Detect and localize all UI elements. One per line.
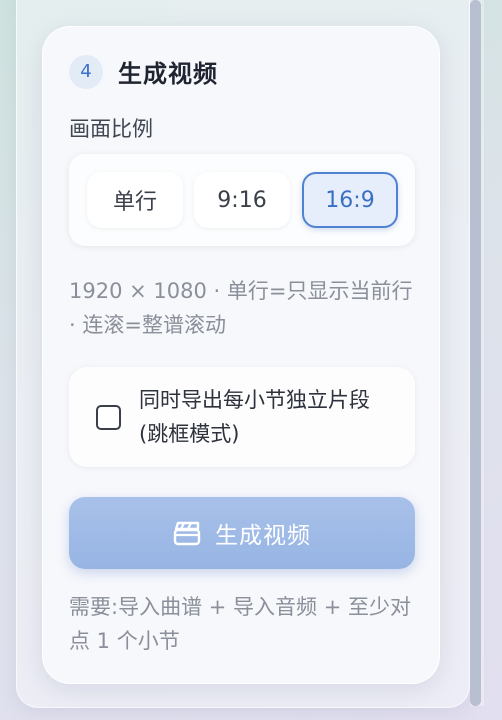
card-title: 生成视频 bbox=[118, 60, 218, 88]
segment-export-checkbox[interactable] bbox=[96, 405, 121, 430]
scrollbar-thumb[interactable] bbox=[470, 0, 481, 706]
ratio-option-single-line[interactable]: 单行 bbox=[87, 172, 183, 228]
ratio-option-16-9[interactable]: 16:9 bbox=[302, 172, 398, 228]
generate-video-label: 生成视频 bbox=[215, 523, 311, 549]
generate-video-card: 4 生成视频 画面比例 单行 9:16 16:9 1920 × 1080 · 单… bbox=[42, 26, 440, 684]
segment-export-option[interactable]: 同时导出每小节独立片段(跳框模式) bbox=[69, 367, 415, 467]
aspect-ratio-group: 单行 9:16 16:9 bbox=[69, 154, 415, 246]
segment-export-label: 同时导出每小节独立片段(跳框模式) bbox=[139, 388, 370, 446]
aspect-ratio-label: 画面比例 bbox=[69, 117, 153, 141]
ratio-option-9-16[interactable]: 9:16 bbox=[194, 172, 290, 228]
requirement-note: 需要:导入曲谱 + 导入音频 + 至少对点 1 个小节 bbox=[69, 595, 411, 653]
generate-video-button[interactable]: 生成视频 bbox=[69, 497, 415, 569]
step-badge: 4 bbox=[69, 54, 103, 89]
resolution-hint: 1920 × 1080 · 单行=只显示当前行 · 连滚=整谱滚动 bbox=[69, 279, 413, 337]
card-header: 4 生成视频 bbox=[69, 54, 218, 89]
clapperboard-icon bbox=[173, 521, 201, 546]
